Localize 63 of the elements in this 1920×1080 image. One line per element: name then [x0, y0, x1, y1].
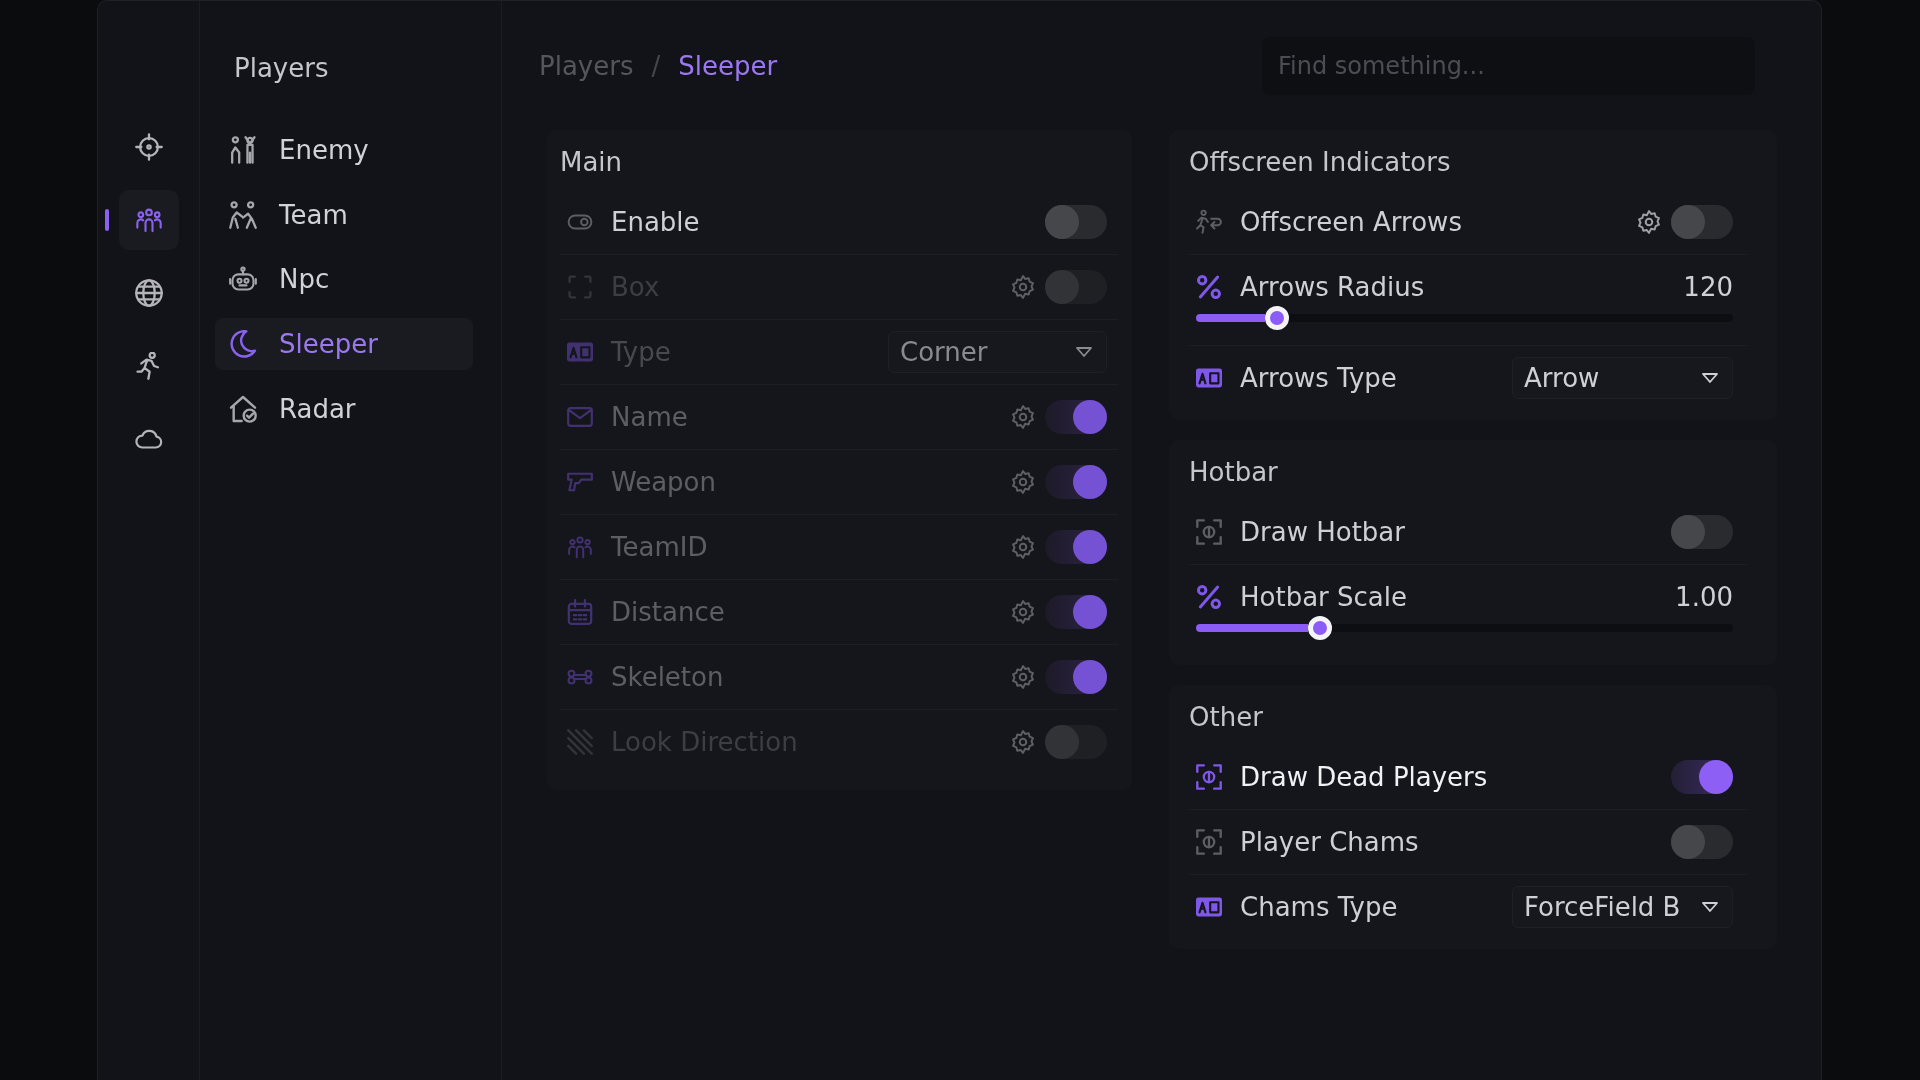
house-icon [229, 394, 257, 423]
slider-thumb[interactable] [1264, 306, 1289, 330]
setting-label: Chams Type [1240, 891, 1398, 923]
toggle-switch[interactable] [1671, 205, 1733, 239]
nav-rail-button[interactable] [119, 190, 179, 250]
toggle-switch[interactable] [1045, 205, 1107, 239]
toggle-switch[interactable] [1671, 825, 1733, 859]
focus-frame-icon [1196, 829, 1222, 855]
active-indicator [105, 209, 109, 231]
people-icon [229, 136, 257, 164]
search-field[interactable]: Find something... [1262, 37, 1755, 95]
setting-label: Weapon [611, 466, 716, 498]
envelope-icon [567, 404, 593, 430]
focus-frame-icon [1196, 764, 1222, 790]
sidebar-item[interactable]: Npc [215, 253, 473, 306]
percent-icon [1196, 274, 1222, 300]
panel-title: Hotbar [1189, 456, 1279, 488]
moon-icon [229, 330, 257, 359]
people-icon [135, 206, 163, 234]
setting-label: Hotbar Scale [1240, 581, 1407, 613]
sidebar-item[interactable]: Enemy [215, 124, 473, 176]
settings-icon[interactable] [1637, 210, 1661, 234]
dropdown[interactable]: ForceField B [1512, 886, 1733, 928]
percent-icon [1196, 584, 1222, 610]
setting-label: Arrows Type [1240, 362, 1397, 394]
calendar-icon [567, 599, 593, 625]
caret-icon [1702, 373, 1718, 383]
toggle-switch[interactable] [1671, 760, 1733, 794]
people-icon [567, 534, 593, 560]
setting-label: Distance [611, 596, 725, 628]
panel-title: Main [560, 146, 624, 178]
sidebar-item[interactable]: Sleeper [215, 318, 473, 371]
caret-icon [1076, 347, 1092, 357]
slider-value: 120 [1683, 271, 1733, 303]
robot-icon [229, 265, 257, 294]
focus-frame-icon [1196, 519, 1222, 545]
panel-title: Offscreen Indicators [1189, 146, 1452, 178]
panel-title: Other [1189, 701, 1264, 733]
setting-label: Draw Hotbar [1240, 516, 1405, 548]
running-person-icon [1196, 209, 1222, 235]
dropdown[interactable]: Arrow [1512, 357, 1733, 399]
setting-label: TeamID [611, 531, 708, 563]
slider-thumb[interactable] [1307, 616, 1332, 640]
slider-value: 1.00 [1675, 581, 1733, 613]
setting-label: Name [611, 401, 688, 433]
crosshair-icon [135, 133, 163, 161]
toggle-switch[interactable] [1671, 515, 1733, 549]
setting-label: Enable [611, 206, 700, 238]
people-icon [229, 200, 257, 229]
caret-icon [1702, 902, 1718, 912]
setting-label: Draw Dead Players [1240, 761, 1488, 793]
globe-icon [135, 279, 163, 307]
setting-label: Offscreen Arrows [1240, 206, 1462, 238]
breadcrumb-current: Sleeper [678, 50, 778, 82]
setting-label: Arrows Radius [1240, 271, 1425, 303]
sidebar-item[interactable]: Radar [215, 382, 473, 435]
stripes-icon [567, 729, 593, 755]
breadcrumb-separator: / [651, 50, 661, 82]
corner-brackets-icon [567, 274, 593, 300]
sidebar-title: Players [234, 52, 329, 84]
setting-label: Player Chams [1240, 826, 1419, 858]
sidebar-item[interactable]: Team [215, 188, 473, 241]
setting-label: Skeleton [611, 661, 724, 693]
